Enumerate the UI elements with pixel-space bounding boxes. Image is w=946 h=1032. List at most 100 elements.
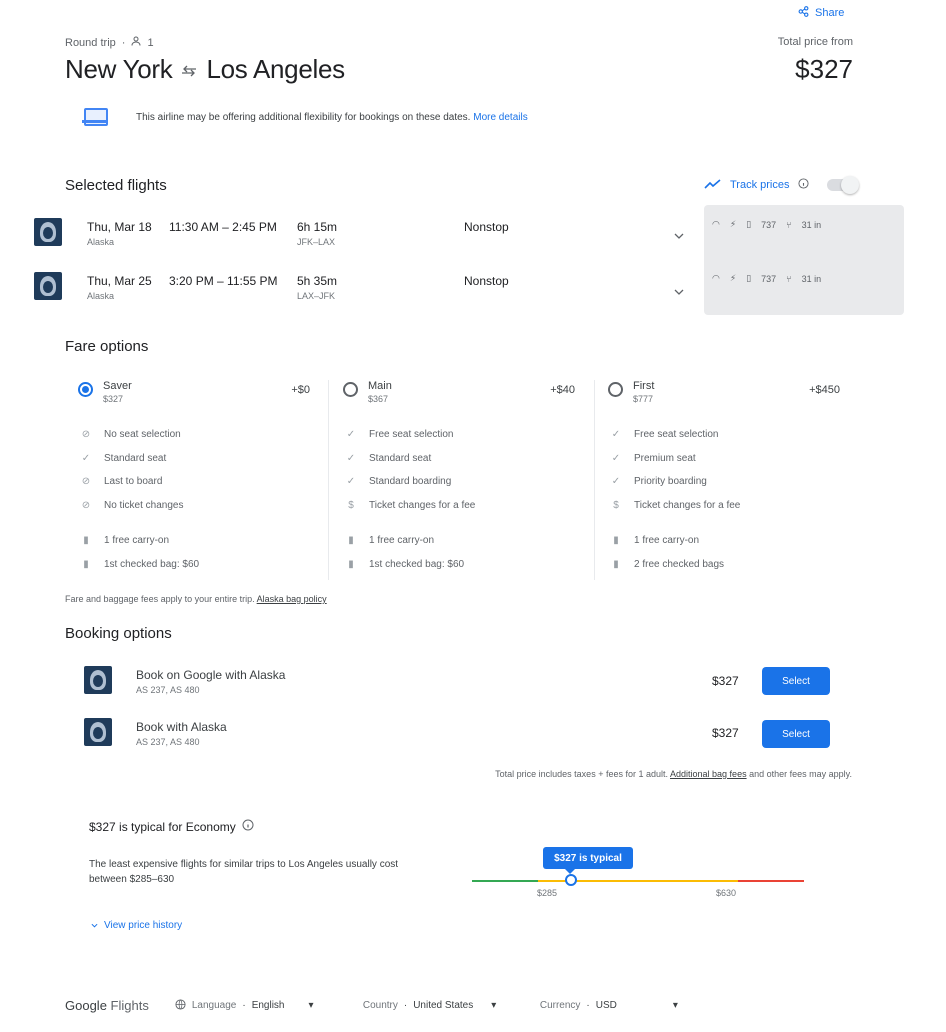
power-icon: ⚡ (729, 273, 737, 283)
fare-total: $327 (103, 394, 124, 404)
info-icon[interactable] (242, 819, 254, 834)
dollar-icon: $ (613, 500, 619, 511)
alaska-logo (84, 666, 112, 694)
radio-selected[interactable] (78, 382, 93, 397)
person-icon (131, 36, 141, 49)
price-insight-title: $327 is typical for Economy (89, 819, 254, 834)
fare-name: Saver (103, 380, 132, 392)
device-icon: ▯ (746, 273, 752, 283)
fare-feature: ✓ Free seat selection (611, 429, 719, 440)
selected-flights-title: Selected flights (65, 177, 167, 194)
share-button[interactable]: Share (798, 6, 844, 20)
share-label: Share (815, 7, 845, 19)
select-button[interactable]: Select (762, 720, 830, 748)
chevron-down-icon (91, 920, 98, 931)
fare-total: $777 (633, 394, 654, 404)
amenities-row: ◠ ⚡ ▯ 737 ⑂ 31 in (712, 273, 821, 284)
flexibility-notice: This airline may be offering additional … (82, 108, 604, 126)
amenities-panel: ◠ ⚡ ▯ 737 ⑂ 31 in ◠ ⚡ ▯ 737 ⑂ 31 in (704, 205, 904, 315)
price-insight-text: The least expensive flights for similar … (89, 859, 399, 885)
fare-feature: $ Ticket changes for a fee (610, 500, 740, 511)
bag-policy-link[interactable]: Alaska bag policy (257, 594, 327, 604)
fare-name: Main (368, 380, 392, 392)
power-icon: ⚡ (729, 219, 737, 229)
language-selector[interactable]: Language · English ▾ (175, 998, 353, 1013)
flight-stops: Nonstop (464, 274, 509, 288)
fare-feature: ▮ 1 free carry-on (80, 535, 169, 546)
radio-unselected[interactable] (343, 382, 358, 397)
fare-feature: ⊘ Last to board (81, 476, 163, 487)
passenger-count: 1 (147, 36, 154, 49)
booking-options-card: Book on Google with Alaska AS 237, AS 48… (70, 652, 854, 782)
currency-selector[interactable]: Currency · USD ▾ (540, 1000, 690, 1011)
price-range-low (472, 880, 538, 882)
trip-meta: Round trip · 1 (65, 36, 154, 49)
carry-on-icon: ▮ (83, 535, 89, 546)
fare-option-first[interactable]: First $777 +$450 ✓ Free seat selection ✓ P… (608, 380, 858, 580)
track-prices-toggle[interactable] (826, 176, 859, 194)
carry-on-icon: ▮ (613, 535, 619, 546)
price-disclaimer: Total price includes taxes + fees for 1 … (495, 769, 852, 779)
fare-feature: $ Ticket changes for a fee (345, 500, 475, 511)
bag-fees-link[interactable]: Additional bag fees (670, 769, 747, 779)
legroom: 31 in (801, 219, 822, 230)
flight-duration: 5h 35m (297, 274, 338, 288)
flight-times: 11:30 AM – 2:45 PM (169, 220, 277, 234)
more-details-link[interactable]: More details (473, 112, 527, 123)
flight-row[interactable]: Thu, Mar 25 Alaska 3:20 PM – 11:55 PM 5h… (34, 270, 694, 310)
dropdown-arrow-icon: ▾ (672, 1000, 678, 1011)
fare-feature: ▮ 2 free checked bags (610, 559, 724, 570)
check-icon: ✓ (346, 429, 356, 440)
info-icon[interactable] (797, 178, 809, 192)
total-price-label: Total price from (777, 36, 853, 48)
chevron-down-icon[interactable] (674, 282, 684, 300)
chevron-down-icon[interactable] (674, 226, 684, 244)
page-title: New York Los Angeles (65, 54, 345, 85)
carry-on-icon: ▮ (348, 535, 354, 546)
wifi-icon: ◠ (712, 273, 720, 283)
price-range-high (738, 880, 804, 882)
legroom: 31 in (801, 273, 822, 284)
divider (328, 380, 329, 580)
seat-icon: ⑂ (786, 273, 792, 284)
origin-city: New York (65, 54, 173, 84)
checked-bag-icon: ▮ (613, 559, 619, 570)
fare-note: Fare and baggage fees apply to your enti… (65, 594, 327, 604)
check-icon: ✓ (611, 476, 621, 487)
radio-unselected[interactable] (608, 382, 623, 397)
select-button[interactable]: Select (762, 667, 830, 695)
google-flights-logo[interactable]: Google Flights (65, 998, 149, 1013)
trend-icon (704, 178, 722, 192)
flight-airports: LAX–JFK (297, 291, 336, 301)
wifi-icon: ◠ (712, 219, 720, 229)
flight-date: Thu, Mar 18 (87, 220, 152, 234)
flight-numbers: AS 237, AS 480 (136, 685, 200, 695)
flight-stops: Nonstop (464, 220, 509, 234)
no-icon: ⊘ (81, 429, 91, 440)
booking-provider: Book with Alaska (136, 720, 227, 734)
country-selector[interactable]: Country · United States ▾ (363, 1000, 540, 1011)
fare-feature: ✓ Standard boarding (346, 476, 452, 487)
fare-option-saver[interactable]: Saver $327 +$0 ⊘ No seat selection ✓ Stand… (78, 380, 328, 580)
fare-feature: ▮ 1 free carry-on (345, 535, 434, 546)
no-icon: ⊘ (81, 500, 91, 511)
airline-name: Alaska (87, 291, 115, 301)
aircraft-type: 737 (761, 273, 777, 284)
fare-option-main[interactable]: Main $367 +$40 ✓ Free seat selection ✓ Sta… (343, 380, 593, 580)
fare-feature: ▮ 1st checked bag: $60 (80, 559, 199, 570)
view-price-history[interactable]: View price history (91, 920, 182, 931)
checked-bag-icon: ▮ (83, 559, 89, 570)
seat-icon: ⑂ (786, 219, 792, 230)
fare-difference: +$0 (291, 384, 310, 396)
alaska-logo (84, 718, 112, 746)
booking-option: Book on Google with Alaska AS 237, AS 48… (84, 666, 844, 706)
total-price: $327 (795, 54, 853, 84)
divider (594, 380, 595, 580)
flexibility-text: This airline may be offering additional … (136, 111, 471, 123)
no-icon: ⊘ (81, 476, 91, 487)
track-prices[interactable]: Track prices (704, 176, 859, 194)
flight-row[interactable]: Thu, Mar 18 Alaska 11:30 AM – 2:45 PM 6h… (34, 216, 694, 256)
aircraft-type: 737 (761, 219, 777, 230)
track-prices-label: Track prices (730, 179, 790, 191)
flight-duration: 6h 15m (297, 220, 338, 234)
